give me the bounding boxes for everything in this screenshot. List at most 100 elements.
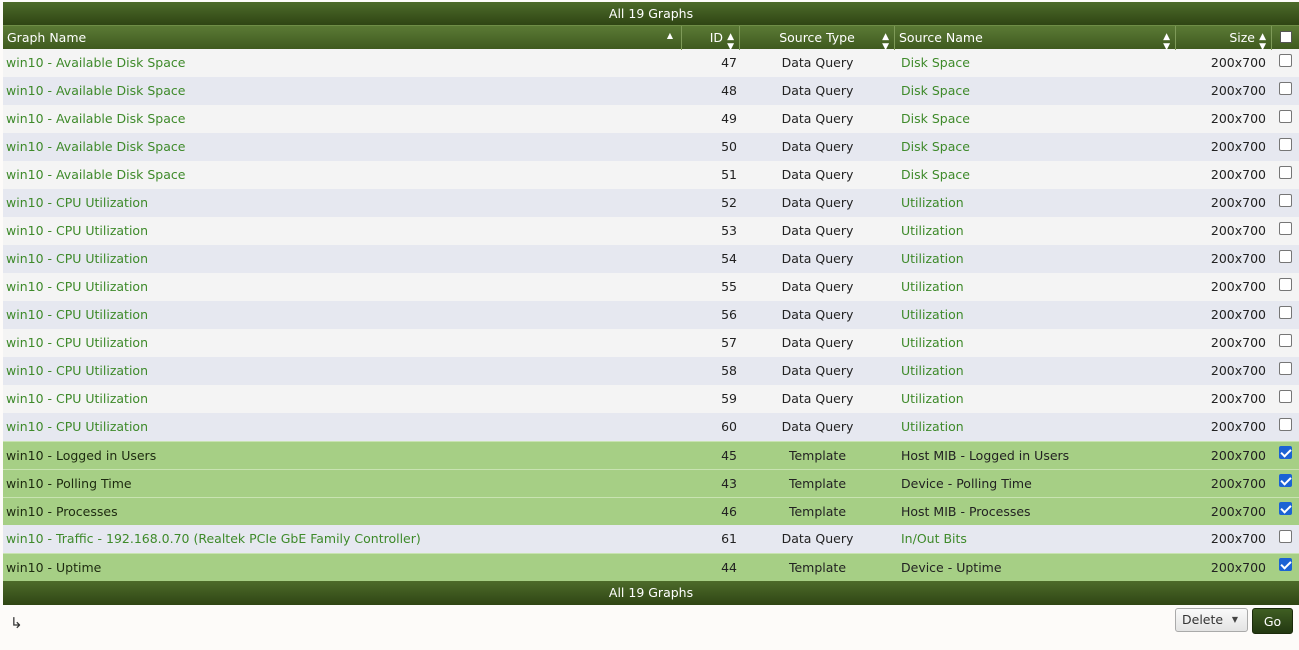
row-checkbox[interactable] — [1279, 558, 1292, 571]
source-name-link[interactable]: Utilization — [901, 335, 964, 350]
graph-id: 51 — [721, 167, 737, 182]
graph-name-link[interactable]: win10 - Available Disk Space — [6, 139, 185, 154]
source-type: Data Query — [781, 363, 854, 378]
graph-name-link[interactable]: win10 - CPU Utilization — [6, 223, 148, 238]
source-name-link[interactable]: Disk Space — [901, 83, 970, 98]
graph-name-link[interactable]: win10 - Polling Time — [6, 476, 132, 491]
graph-name-link[interactable]: win10 - Available Disk Space — [6, 167, 185, 182]
row-checkbox[interactable] — [1279, 502, 1292, 515]
row-checkbox[interactable] — [1279, 53, 1292, 67]
source-name-link[interactable]: Utilization — [901, 251, 964, 266]
source-type: Data Query — [781, 195, 854, 210]
table-row[interactable]: win10 - CPU Utilization 53 Data Query Utili… — [3, 217, 1299, 245]
graph-name-link[interactable]: win10 - Processes — [6, 504, 118, 519]
graph-size: 200x700 — [1210, 167, 1266, 182]
source-type: Template — [788, 560, 847, 575]
row-checkbox[interactable] — [1279, 417, 1292, 431]
row-checkbox[interactable] — [1279, 361, 1292, 375]
table-row[interactable]: win10 - Available Disk Space 48 Data Query… — [3, 77, 1299, 105]
row-checkbox[interactable] — [1279, 249, 1292, 263]
source-name-link[interactable]: Utilization — [901, 419, 964, 434]
graph-name-link[interactable]: win10 - CPU Utilization — [6, 419, 148, 434]
table-row[interactable]: win10 - CPU Utilization 54 Data Query Utili… — [3, 245, 1299, 273]
graph-name-link[interactable]: win10 - Available Disk Space — [6, 83, 185, 98]
source-name-link[interactable]: Device - Polling Time — [901, 476, 1032, 491]
table-row[interactable]: win10 - Polling Time 43 Template Device - P… — [3, 469, 1299, 497]
source-name-link[interactable]: Utilization — [901, 391, 964, 406]
source-name-link[interactable]: Utilization — [901, 223, 964, 238]
row-checkbox[interactable] — [1279, 389, 1292, 403]
graph-name-link[interactable]: win10 - Logged in Users — [6, 448, 156, 463]
col-size-label: Size — [1229, 30, 1255, 45]
sort-asc-icon: ▲ — [666, 31, 673, 40]
source-type: Template — [788, 448, 847, 463]
source-name-link[interactable]: Utilization — [901, 279, 964, 294]
source-type: Template — [788, 476, 847, 491]
source-name-link[interactable]: Host MIB - Logged in Users — [901, 448, 1069, 463]
col-id-label: ID — [709, 30, 723, 45]
table-row[interactable]: win10 - CPU Utilization 57 Data Query Utili… — [3, 329, 1299, 357]
row-checkbox[interactable] — [1279, 305, 1292, 319]
table-row[interactable]: win10 - CPU Utilization 58 Data Query Utili… — [3, 357, 1299, 385]
table-row[interactable]: win10 - Available Disk Space 51 Data Query… — [3, 161, 1299, 189]
select-all-checkbox[interactable] — [1279, 31, 1292, 43]
graph-size: 200x700 — [1210, 139, 1266, 154]
table-row[interactable]: win10 - Traffic - 192.168.0.70 (Realtek … — [3, 525, 1299, 553]
go-button[interactable]: Go — [1252, 608, 1293, 634]
source-name-link[interactable]: Device - Uptime — [901, 560, 1002, 575]
source-type: Data Query — [781, 167, 854, 182]
table-row[interactable]: win10 - CPU Utilization 56 Data Query Utili… — [3, 301, 1299, 329]
source-name-link[interactable]: In/Out Bits — [901, 531, 967, 546]
source-name-link[interactable]: Disk Space — [901, 55, 970, 70]
graph-name-link[interactable]: win10 - Traffic - 192.168.0.70 (Realtek … — [6, 531, 421, 546]
source-name-link[interactable]: Utilization — [901, 307, 964, 322]
table-row[interactable]: win10 - Available Disk Space 49 Data Query… — [3, 105, 1299, 133]
table-row[interactable]: win10 - CPU Utilization 59 Data Query Utili… — [3, 385, 1299, 413]
graph-name-link[interactable]: win10 - Uptime — [6, 560, 101, 575]
source-name-link[interactable]: Utilization — [901, 195, 964, 210]
graph-name-link[interactable]: win10 - CPU Utilization — [6, 279, 148, 294]
source-name-link[interactable]: Disk Space — [901, 111, 970, 126]
table-row[interactable]: win10 - Available Disk Space 47 Data Query… — [3, 49, 1299, 77]
source-name-link[interactable]: Utilization — [901, 363, 964, 378]
row-checkbox[interactable] — [1279, 221, 1292, 235]
col-graph-name[interactable]: Graph Name ▲ — [3, 26, 682, 50]
row-checkbox[interactable] — [1279, 333, 1292, 347]
row-checkbox[interactable] — [1279, 446, 1292, 459]
row-checkbox[interactable] — [1279, 137, 1292, 151]
row-checkbox[interactable] — [1279, 277, 1292, 291]
col-source-type[interactable]: Source Type ▲ ▼ — [740, 26, 895, 50]
table-row[interactable]: win10 - CPU Utilization 55 Data Query Utili… — [3, 273, 1299, 301]
col-source-name[interactable]: Source Name ▲ ▼ — [895, 26, 1176, 50]
table-row[interactable]: win10 - Logged in Users 45 Template Host MI… — [3, 441, 1299, 469]
col-id[interactable]: ID ▲ ▼ — [682, 26, 740, 50]
table-title: All 19 Graphs — [3, 2, 1299, 25]
row-checkbox[interactable] — [1279, 109, 1292, 123]
source-name-link[interactable]: Disk Space — [901, 167, 970, 182]
graph-name-link[interactable]: win10 - CPU Utilization — [6, 335, 148, 350]
graph-name-link[interactable]: win10 - CPU Utilization — [6, 251, 148, 266]
source-name-link[interactable]: Disk Space — [901, 139, 970, 154]
row-checkbox[interactable] — [1279, 81, 1292, 95]
table-body: win10 - Available Disk Space 47 Data Query… — [3, 49, 1299, 581]
action-select[interactable]: Delete ▼ — [1175, 608, 1248, 632]
graph-name-link[interactable]: win10 - CPU Utilization — [6, 363, 148, 378]
source-name-link[interactable]: Host MIB - Processes — [901, 504, 1031, 519]
table-row[interactable]: win10 - CPU Utilization 60 Data Query Utili… — [3, 413, 1299, 441]
source-type: Data Query — [781, 307, 854, 322]
graph-size: 200x700 — [1210, 560, 1266, 575]
row-checkbox[interactable] — [1279, 193, 1292, 207]
graph-name-link[interactable]: win10 - CPU Utilization — [6, 391, 148, 406]
row-checkbox[interactable] — [1279, 474, 1292, 487]
row-checkbox[interactable] — [1279, 529, 1292, 543]
graph-name-link[interactable]: win10 - CPU Utilization — [6, 195, 148, 210]
graph-name-link[interactable]: win10 - Available Disk Space — [6, 55, 185, 70]
table-row[interactable]: win10 - Processes 46 Template Host MIB - Pr… — [3, 497, 1299, 525]
graph-name-link[interactable]: win10 - CPU Utilization — [6, 307, 148, 322]
table-row[interactable]: win10 - Uptime 44 Template Device - Uptime 2… — [3, 553, 1299, 581]
table-row[interactable]: win10 - Available Disk Space 50 Data Query… — [3, 133, 1299, 161]
table-row[interactable]: win10 - CPU Utilization 52 Data Query Utili… — [3, 189, 1299, 217]
col-size[interactable]: Size ▲ ▼ — [1176, 26, 1272, 50]
graph-name-link[interactable]: win10 - Available Disk Space — [6, 111, 185, 126]
row-checkbox[interactable] — [1279, 165, 1292, 179]
